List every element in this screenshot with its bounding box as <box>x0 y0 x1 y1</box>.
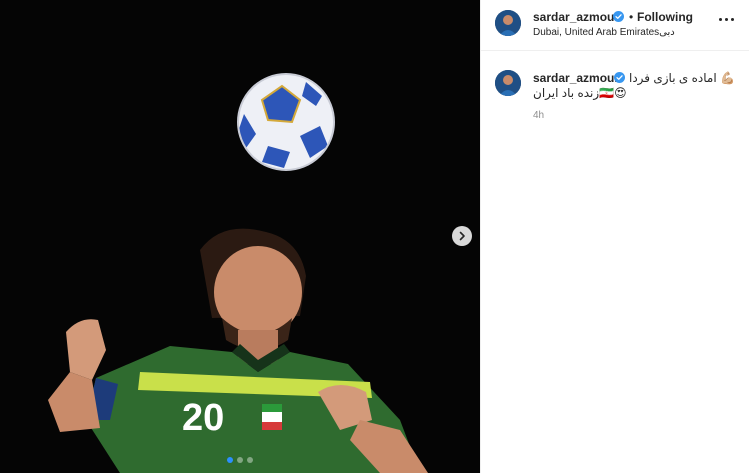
verified-badge-icon <box>614 72 625 83</box>
more-options-icon[interactable] <box>719 16 735 22</box>
football-player-photo: 20 <box>0 0 480 473</box>
following-button[interactable]: Following <box>637 10 693 24</box>
post-photo[interactable]: 20 <box>0 0 480 473</box>
avatar-image <box>495 70 521 96</box>
carousel-dot-active <box>227 457 233 463</box>
carousel-dot <box>237 457 243 463</box>
location-link[interactable]: Dubai, United Arab Emiratesدبی <box>533 27 675 38</box>
avatar[interactable] <box>495 10 521 36</box>
separator-bullet: • <box>629 10 634 24</box>
caption-text-line2: زنده باد ایران🇮🇷😍 <box>533 86 627 100</box>
carousel-indicator <box>0 457 480 463</box>
caption-username[interactable]: sardar_azmoun <box>533 71 622 85</box>
post-side-panel: sardar_azmoun • Following Dubai, United … <box>480 0 749 473</box>
avatar-image <box>495 10 521 36</box>
chevron-right-icon <box>459 231 465 241</box>
carousel-dot <box>247 457 253 463</box>
caption-text: اماده ی بازی فردا 💪🏼 <box>629 71 735 85</box>
caption-avatar[interactable] <box>495 70 521 96</box>
verified-badge-icon <box>613 11 624 22</box>
post-header: sardar_azmoun • Following Dubai, United … <box>481 0 749 51</box>
soccer-ball <box>237 73 335 171</box>
post-timestamp[interactable]: 4h <box>533 110 544 121</box>
header-username[interactable]: sardar_azmoun <box>533 10 622 24</box>
next-slide-button[interactable] <box>452 226 472 246</box>
jersey-number: 20 <box>182 397 224 439</box>
